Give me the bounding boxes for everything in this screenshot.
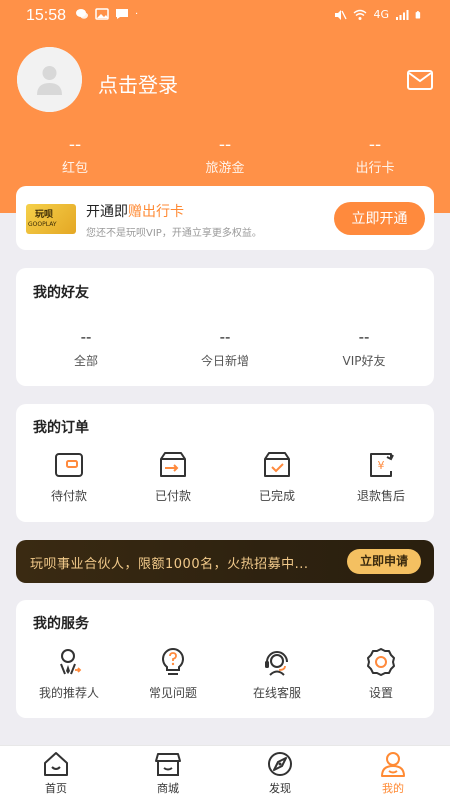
login-link[interactable]: 点击登录 (98, 69, 178, 98)
home-icon (44, 752, 68, 776)
tab-discover[interactable]: 发现 (240, 750, 320, 796)
service-faq[interactable]: 常见问题 (123, 646, 223, 701)
open-vip-button[interactable]: 立即开通 (334, 202, 425, 235)
profile-icon (381, 752, 405, 777)
service-label: 设置 (368, 686, 393, 700)
stat-travel-card[interactable]: -- 出行卡 (315, 135, 435, 176)
tab-store[interactable]: 商城 (128, 750, 208, 796)
refund-icon: ¥ (370, 453, 394, 477)
signal-icon (396, 9, 409, 20)
friends-card: 我的好友 -- 全部 -- 今日新增 -- VIP好友 (16, 268, 434, 386)
service-label: 在线客服 (252, 686, 301, 700)
friend-count: -- (219, 328, 231, 346)
network-type: 4G (373, 8, 389, 21)
stat-label: 红包 (61, 161, 88, 176)
tab-label: 商城 (157, 782, 179, 795)
services-card: 我的服务 我的推荐人 常见问题 在线客服 设置 (16, 600, 434, 718)
tab-mine[interactable]: 我的 (353, 750, 433, 796)
services-title: 我的服务 (33, 616, 89, 632)
friends-today[interactable]: -- 今日新增 (165, 328, 285, 369)
vip-promo-card: 玩呗 GOOPLAY 开通即赠出行卡 您还不是玩呗VIP，开通立享更多权益。 立… (16, 186, 434, 250)
order-label: 待付款 (50, 489, 87, 503)
friend-count: -- (80, 328, 92, 346)
order-paid[interactable]: 已付款 (123, 449, 223, 504)
gooplay-logo: 玩呗 GOOPLAY (26, 204, 76, 234)
order-refund[interactable]: ¥ 退款售后 (331, 449, 431, 504)
referrer-icon (60, 649, 82, 675)
vip-title-highlight: 赠出行卡 (128, 204, 184, 220)
mute-icon (335, 9, 348, 20)
service-label: 常见问题 (148, 686, 197, 700)
service-online-support[interactable]: 在线客服 (227, 646, 327, 701)
tab-home[interactable]: 首页 (16, 750, 96, 796)
status-bar: 15:58 · 4G (0, 0, 450, 30)
battery-icon (415, 10, 421, 19)
service-label: 我的推荐人 (38, 686, 99, 700)
friends-title: 我的好友 (33, 285, 89, 301)
order-completed[interactable]: 已完成 (227, 449, 327, 504)
discover-icon (268, 752, 292, 776)
tab-label: 我的 (382, 782, 404, 795)
settings-gear-icon (367, 648, 395, 676)
stat-value: -- (218, 135, 232, 155)
customer-service-icon (265, 651, 288, 676)
order-label: 已付款 (154, 489, 191, 503)
service-settings[interactable]: 设置 (331, 646, 431, 701)
wallet-stats: -- 红包 -- 旅游金 -- 出行卡 (0, 135, 450, 180)
stat-value: -- (68, 135, 82, 155)
store-icon (155, 753, 181, 776)
service-referrer[interactable]: 我的推荐人 (19, 646, 119, 701)
vip-subtitle: 您还不是玩呗VIP，开通立享更多权益。 (86, 228, 262, 239)
bottom-tab-bar: 首页 商城 发现 我的 (0, 745, 450, 800)
orders-title: 我的订单 (33, 420, 89, 436)
svg-text:¥: ¥ (378, 459, 385, 472)
dot-icon: · (135, 8, 139, 20)
orders-card: 我的订单 待付款 已付款 已完成 ¥ 退款售后 (16, 404, 434, 522)
friend-count: -- (358, 328, 370, 346)
image-icon (95, 8, 109, 20)
question-bulb-icon (162, 647, 184, 675)
tab-label: 首页 (45, 782, 67, 795)
stat-red-packet[interactable]: -- 红包 (15, 135, 135, 176)
logo-subtext: GOOPLAY (28, 221, 57, 228)
wallet-icon (55, 453, 83, 477)
logo-text: 玩呗 (35, 210, 54, 220)
mail-icon[interactable] (407, 70, 433, 90)
user-avatar-icon (17, 47, 82, 112)
friend-label: 全部 (73, 354, 98, 368)
wifi-icon (354, 9, 367, 20)
paid-box-icon (160, 452, 186, 477)
order-label: 已完成 (258, 489, 295, 503)
status-time: 15:58 (26, 7, 67, 24)
stat-travel-fund[interactable]: -- 旅游金 (165, 135, 285, 176)
friends-all[interactable]: -- 全部 (26, 328, 146, 369)
tab-label: 发现 (269, 782, 291, 795)
vip-title-prefix: 开通即 (86, 204, 128, 220)
completed-box-icon (264, 452, 290, 477)
friend-label: 今日新增 (200, 354, 249, 368)
stat-label: 出行卡 (355, 161, 395, 176)
avatar[interactable] (17, 47, 82, 112)
banner-text: 玩呗事业合伙人，限额1000名，火热招募中... (30, 557, 309, 572)
message-icon (116, 9, 128, 19)
wechat-icon (76, 9, 88, 19)
order-label: 退款售后 (356, 489, 405, 503)
partner-recruit-banner[interactable]: 玩呗事业合伙人，限额1000名，火热招募中... 立即申请 (16, 540, 434, 583)
friends-vip[interactable]: -- VIP好友 (304, 328, 424, 369)
friend-label: VIP好友 (342, 354, 386, 368)
order-pending-payment[interactable]: 待付款 (19, 449, 119, 504)
apply-now-button[interactable]: 立即申请 (347, 549, 421, 574)
vip-title: 开通即赠出行卡 (86, 201, 184, 221)
stat-label: 旅游金 (205, 161, 245, 176)
stat-value: -- (368, 135, 382, 155)
